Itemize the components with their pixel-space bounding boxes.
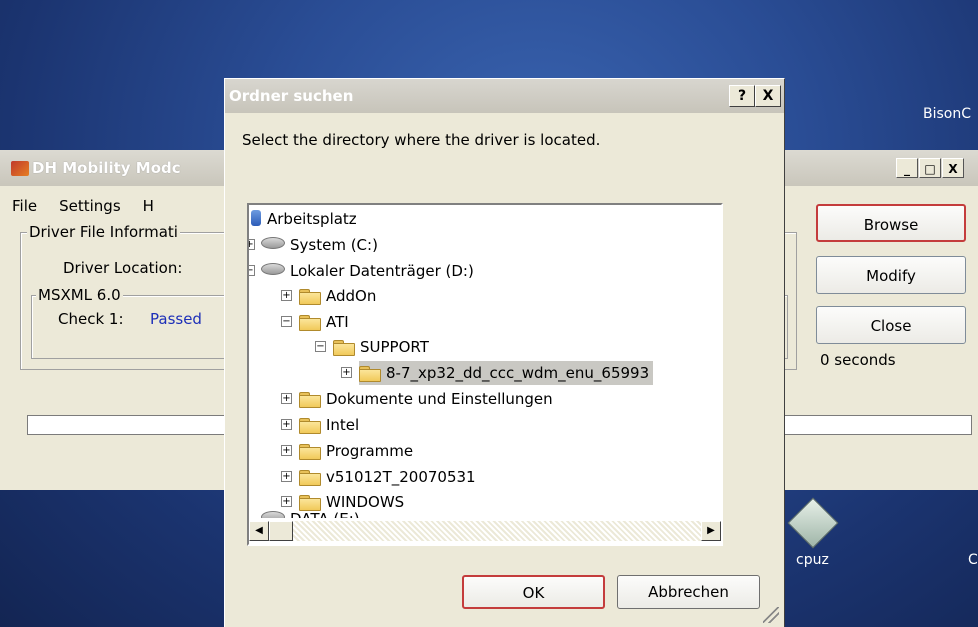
collapse-drive-d-icon[interactable]: −	[249, 265, 255, 276]
tree-node-drive-c[interactable]: System (C:)	[261, 233, 378, 257]
tree-node-drive-e[interactable]: DATA (E:)	[261, 507, 360, 518]
desktop-label-bisonc: BisonC	[923, 106, 972, 122]
app-icon	[11, 161, 29, 176]
expand-drive-c-icon[interactable]: +	[249, 239, 255, 250]
tree-vertical-scrollbar[interactable]: ▲ ▼	[721, 205, 723, 518]
close-button[interactable]: Close	[816, 306, 966, 344]
check-1-value: Passed	[150, 310, 202, 328]
tree-node-label: System (C:)	[290, 236, 378, 254]
drive-icon	[261, 511, 285, 518]
folder-icon	[299, 287, 321, 305]
tree-node-drive-d[interactable]: Lokaler Datenträger (D:)	[261, 259, 474, 283]
tree-node-arbeitsplatz[interactable]: Arbeitsplatz	[251, 207, 357, 231]
computer-icon	[251, 210, 261, 226]
close-window-button[interactable]: X	[942, 158, 964, 178]
expand-dokumente-icon[interactable]: +	[281, 393, 292, 404]
scroll-up-icon[interactable]: ▲	[721, 205, 723, 225]
folder-tree[interactable]: Arbeitsplatz + System (C:) − Lokaler Dat…	[247, 203, 723, 546]
drive-icon	[261, 237, 285, 249]
modify-button[interactable]: Modify	[816, 256, 966, 294]
expand-programme-icon[interactable]: +	[281, 445, 292, 456]
tree-node-label: Arbeitsplatz	[267, 210, 357, 228]
dialog-title: Ordner suchen	[229, 87, 354, 105]
cpuz-icon-label[interactable]: cpuz	[796, 552, 829, 568]
tree-node-label: SUPPORT	[360, 338, 429, 356]
collapse-ati-icon[interactable]: −	[281, 316, 292, 327]
folder-icon	[359, 364, 381, 382]
tree-node-label: DATA (E:)	[290, 510, 360, 518]
tree-node-dokumente[interactable]: Dokumente und Einstellungen	[299, 387, 553, 411]
menu-help[interactable]: H	[143, 197, 154, 215]
minimize-button[interactable]: _	[896, 158, 918, 178]
help-button[interactable]: ?	[729, 85, 755, 107]
folder-icon	[299, 468, 321, 486]
drive-icon	[261, 263, 285, 275]
dialog-titlebar[interactable]: Ordner suchen ? X	[225, 79, 784, 113]
msxml-group-label: MSXML 6.0	[36, 286, 123, 304]
tree-node-label: Intel	[326, 416, 360, 434]
status-text: 0 seconds	[820, 351, 896, 369]
tree-node-intel[interactable]: Intel	[299, 413, 359, 437]
tree-node-label: Lokaler Datenträger (D:)	[290, 262, 474, 280]
check-1-label: Check 1:	[58, 310, 124, 328]
tree-node-ati[interactable]: ATI	[299, 310, 349, 334]
horizontal-scroll-thumb[interactable]	[269, 521, 293, 541]
menu-file[interactable]: File	[12, 197, 37, 215]
tree-node-label: AddOn	[326, 287, 377, 305]
folder-icon	[299, 390, 321, 408]
resize-grip-icon[interactable]	[763, 607, 779, 623]
menu-settings[interactable]: Settings	[59, 197, 121, 215]
tree-node-label: Dokumente und Einstellungen	[326, 390, 553, 408]
expand-addon-icon[interactable]: +	[281, 290, 292, 301]
folder-icon	[299, 313, 321, 331]
folder-icon	[333, 338, 355, 356]
expand-intel-icon[interactable]: +	[281, 419, 292, 430]
maximize-button[interactable]: □	[919, 158, 941, 178]
tree-node-v51012t[interactable]: v51012T_20070531	[299, 465, 476, 489]
expand-selected-folder-icon[interactable]: +	[341, 367, 352, 378]
folder-icon	[299, 416, 321, 434]
tree-horizontal-scrollbar[interactable]: ◀ ▶	[249, 518, 721, 544]
dialog-instruction: Select the directory where the driver is…	[242, 131, 601, 149]
tree-node-programme[interactable]: Programme	[299, 439, 413, 463]
tree-node-selected-driver-folder[interactable]: 8-7_xp32_dd_ccc_wdm_enu_65993	[359, 361, 654, 385]
dialog-close-button[interactable]: X	[755, 85, 781, 107]
tree-node-label: v51012T_20070531	[326, 468, 476, 486]
folder-icon	[299, 442, 321, 460]
tree-node-label: Programme	[326, 442, 414, 460]
folder-tree-content: Arbeitsplatz + System (C:) − Lokaler Dat…	[249, 205, 721, 518]
expand-v51012t-icon[interactable]: +	[281, 471, 292, 482]
browse-folder-dialog: Ordner suchen ? X Select the directory w…	[224, 78, 785, 627]
cpuz-desktop-icon[interactable]	[787, 497, 839, 549]
vertical-scroll-track[interactable]	[721, 225, 723, 498]
expand-windows-icon[interactable]: +	[281, 496, 292, 507]
collapse-support-icon[interactable]: −	[315, 341, 326, 352]
cancel-button[interactable]: Abbrechen	[617, 575, 760, 609]
vertical-scroll-thumb[interactable]	[721, 225, 723, 402]
app-menubar: File Settings H	[12, 197, 154, 215]
browse-button[interactable]: Browse	[816, 204, 966, 242]
tree-node-addon[interactable]: AddOn	[299, 284, 376, 308]
driver-file-info-label: Driver File Informati	[27, 223, 180, 241]
tree-node-label: 8-7_xp32_dd_ccc_wdm_enu_65993	[386, 364, 650, 382]
ok-button[interactable]: OK	[462, 575, 605, 609]
tree-node-support[interactable]: SUPPORT	[333, 335, 429, 359]
app-title: DH Mobility Modc	[32, 159, 181, 177]
scroll-right-icon[interactable]: ▶	[701, 521, 721, 541]
scroll-left-icon[interactable]: ◀	[249, 521, 269, 541]
scroll-down-icon[interactable]: ▼	[721, 498, 723, 518]
driver-location-label: Driver Location:	[63, 259, 183, 277]
tree-node-label: ATI	[326, 313, 349, 331]
horizontal-scroll-track[interactable]	[269, 521, 701, 541]
desktop-icon-label-partial[interactable]: C	[968, 552, 978, 568]
